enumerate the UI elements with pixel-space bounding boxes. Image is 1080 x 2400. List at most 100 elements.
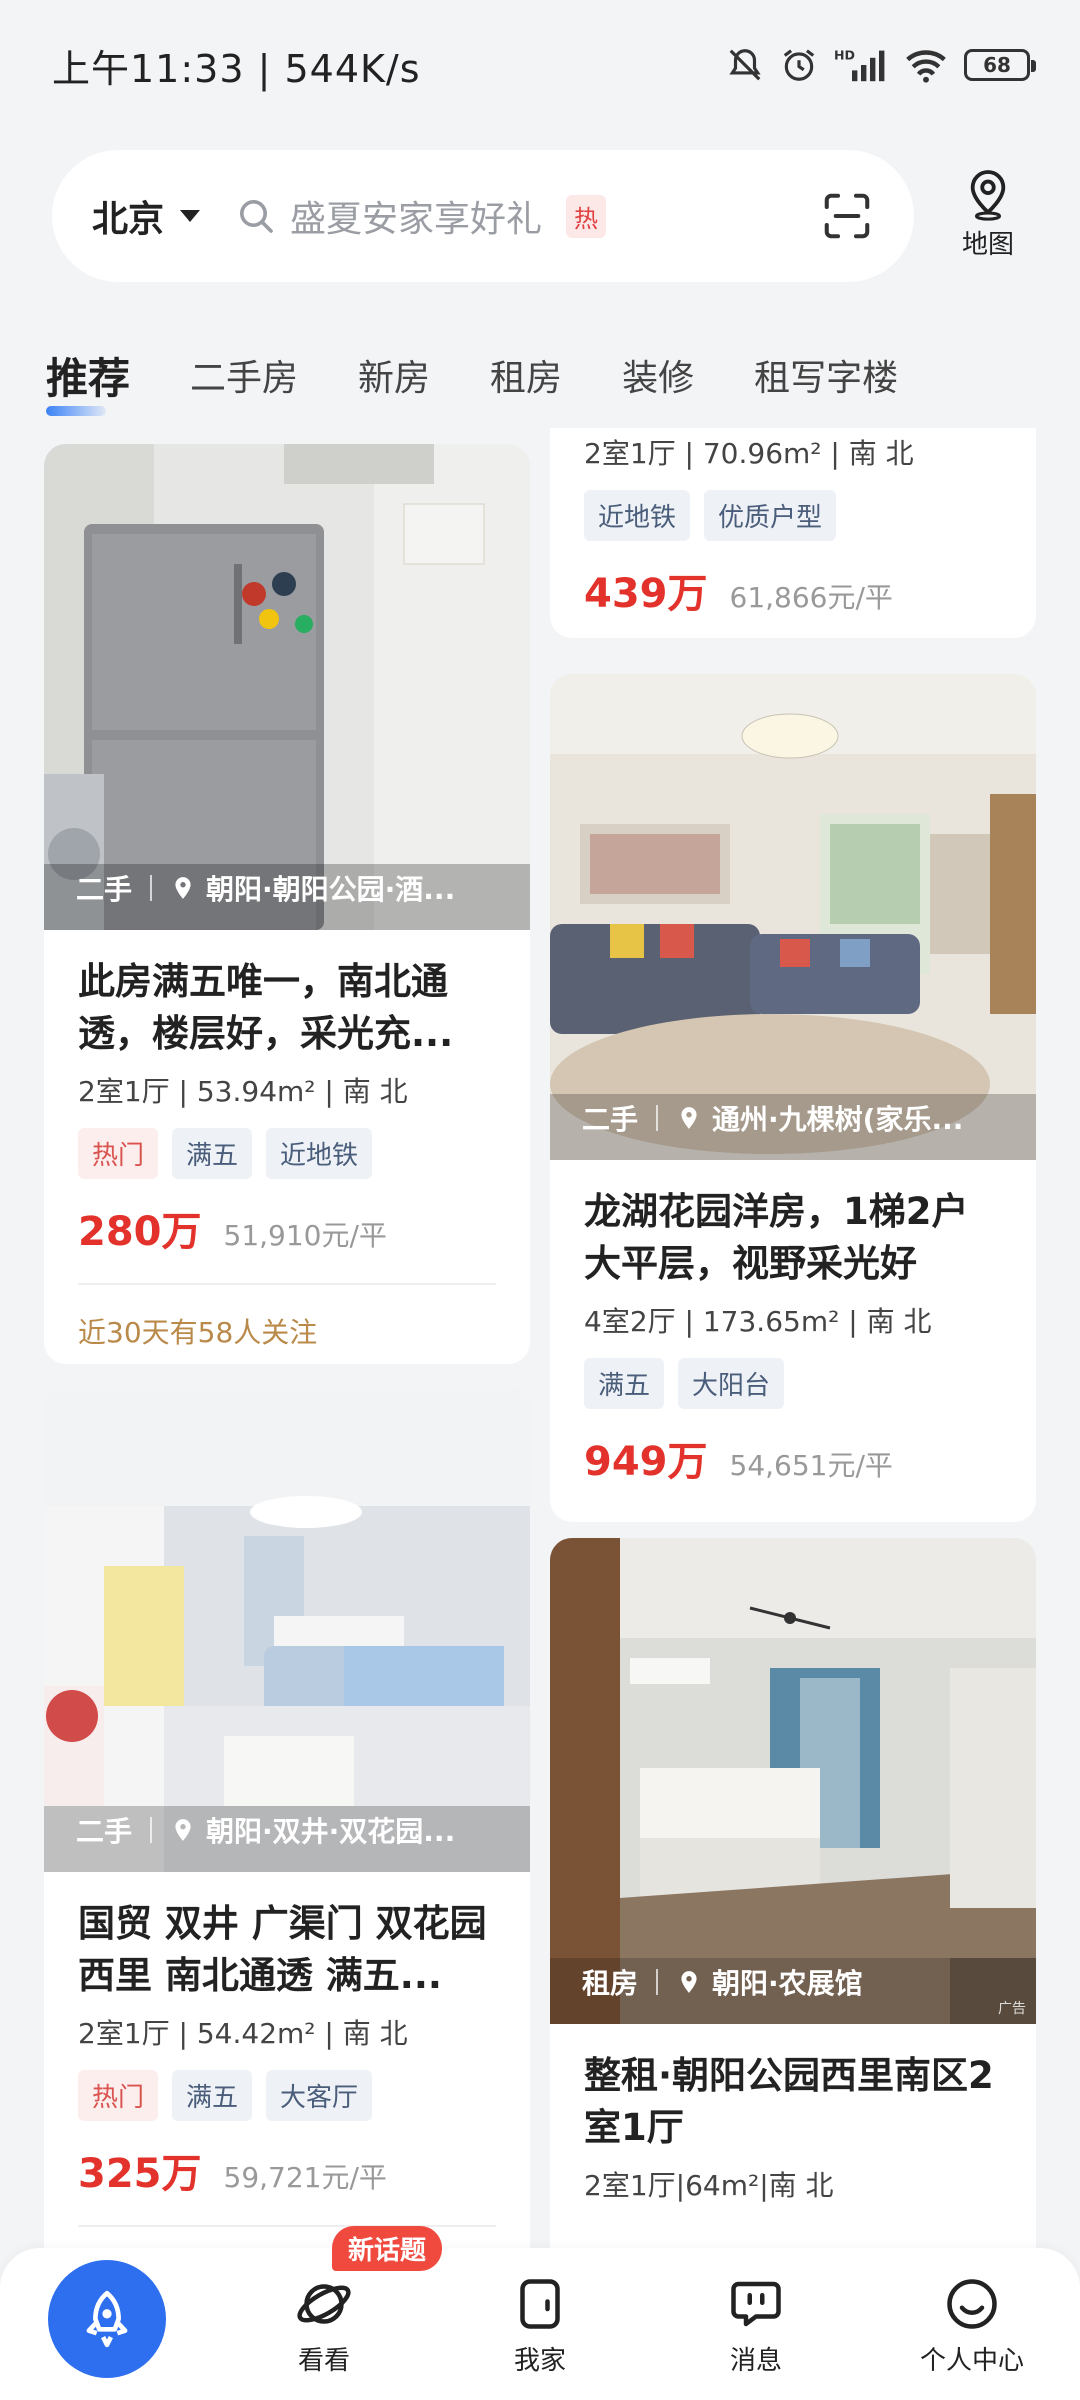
tab-decoration[interactable]: 装修 (622, 349, 694, 401)
photo-caption: 二手 朝阳·双井·双花园... (76, 1810, 510, 1850)
listing-details: 国贸 双井 广渠门 双花园西里 南北通透 满五... 2室1厅 | 54.42m… (78, 1898, 496, 2227)
listing-price: 325万 (78, 2151, 202, 2197)
location-pin-icon (175, 877, 191, 899)
listing-category: 二手 (582, 1103, 639, 1136)
home-door-icon (520, 2279, 560, 2329)
smile-face-icon (947, 2279, 997, 2329)
listing-meta: 2室1厅 | 70.96m² | 南 北 (584, 437, 914, 470)
price-row: 439万 61,866元/平 (584, 561, 1002, 619)
listing-location: 朝阳·双井·双花园... (206, 1815, 456, 1848)
listing-photo: 二手 通州·九棵树(家乐... (550, 674, 1036, 1160)
tag: 大阳台 (678, 1358, 785, 1409)
location-pin-icon (681, 1971, 697, 1993)
tab-new-homes[interactable]: 新房 (358, 349, 430, 401)
listing-price: 949万 (584, 1439, 708, 1485)
tab-recommend[interactable]: 推荐 (46, 345, 130, 416)
mute-bell-icon (729, 49, 761, 81)
listing-photo: 租房 朝阳·农展馆 广告 (550, 1538, 1036, 2024)
planet-icon (297, 2284, 351, 2324)
nav-profile[interactable]: 个人中心 (892, 2274, 1052, 2377)
listing-card[interactable]: 二手 朝阳·朝阳公园·酒... 此房满五唯一，南北通透，楼层好，采光充... 2… (44, 444, 530, 1364)
signal-icon: HD (834, 48, 885, 82)
search-bar[interactable]: 北京 盛夏安家享好礼 热 (52, 150, 914, 282)
map-pin-icon (970, 170, 1006, 221)
listing-photo: 二手 朝阳·朝阳公园·酒... (44, 444, 530, 930)
listing-category: 二手 (76, 873, 133, 906)
search-input[interactable]: 盛夏安家享好礼 (290, 190, 542, 242)
listing-card[interactable]: 2室1厅 | 70.96m² | 南 北 近地铁 优质户型 439万 61,86… (550, 428, 1036, 638)
location-pin-icon (175, 1819, 191, 1841)
caret-down-icon (180, 210, 201, 222)
tag: 满五 (584, 1358, 665, 1409)
listing-image (44, 1386, 530, 1872)
nav-look[interactable]: 看看 (244, 2274, 404, 2377)
listing-meta: 4室2厅 | 173.65m² | 南 北 (584, 1305, 932, 1338)
price-row: 325万 59,721元/平 (78, 2141, 496, 2199)
listing-card[interactable]: 二手 通州·九棵树(家乐... 龙湖花园洋房，1梯2户大平层，视野采光好 4室2… (550, 674, 1036, 1522)
unit-price: 51,910元/平 (223, 1219, 387, 1252)
status-bar: 上午11:33 | 544K/s HD 68 (0, 0, 1080, 130)
city-selector[interactable]: 北京 (92, 190, 201, 242)
listing-category: 租房 (582, 1967, 639, 2000)
listing-details: 整租·朝阳公园西里南区2室1厅 2室1厅|64m²|南 北 (584, 2050, 1002, 2204)
caption-divider (150, 1817, 153, 1843)
battery-icon: 68 (964, 49, 1036, 81)
home-rocket-button[interactable] (48, 2260, 166, 2378)
listing-meta: 2室1厅 | 53.94m² | 南 北 (78, 1075, 408, 1108)
listing-photo: 二手 朝阳·双井·双花园... (44, 1386, 530, 1872)
listing-image (550, 1538, 1036, 2024)
tag-row: 近地铁 优质户型 (584, 490, 1002, 541)
caption-divider (656, 1105, 659, 1131)
listing-card[interactable]: 二手 朝阳·双井·双花园... 国贸 双井 广渠门 双花园西里 南北通透 满五.… (44, 1386, 530, 2248)
nav-messages[interactable]: 消息 (676, 2274, 836, 2377)
listing-feed[interactable]: 二手 朝阳·朝阳公园·酒... 此房满五唯一，南北通透，楼层好，采光充... 2… (0, 428, 1080, 2248)
ad-label: 广告 (998, 2001, 1026, 2017)
nav-my-home-label: 我家 (513, 2346, 566, 2376)
listing-location: 朝阳·朝阳公园·酒... (206, 873, 456, 906)
svg-text:HD: HD (834, 48, 855, 63)
tag-row: 热门 满五 大客厅 (78, 2070, 496, 2121)
tag: 满五 (172, 1128, 253, 1179)
map-label: 地图 (961, 230, 1014, 260)
unit-price: 61,866元/平 (729, 581, 893, 614)
caption-divider (656, 1969, 659, 1995)
tab-rent[interactable]: 租房 (490, 349, 562, 401)
tag: 近地铁 (584, 490, 691, 541)
location-pin-icon (681, 1107, 697, 1129)
status-icons: HD 68 (726, 46, 1036, 84)
photo-caption: 二手 通州·九棵树(家乐... (582, 1098, 1016, 1138)
alarm-icon (783, 49, 815, 81)
map-button[interactable]: 地图 (950, 168, 1026, 261)
city-label: 北京 (92, 199, 165, 240)
price-row: 949万 54,651元/平 (584, 1429, 1002, 1487)
category-tabs: 推荐 二手房 新房 租房 装修 租写字楼 (46, 330, 958, 420)
listing-title: 此房满五唯一，南北通透，楼层好，采光充... (78, 960, 454, 1055)
listing-image (550, 674, 1036, 1160)
new-topic-badge: 新话题 (332, 2226, 443, 2271)
scan-icon[interactable] (820, 189, 874, 243)
listing-meta: 2室1厅|64m²|南 北 (584, 2169, 834, 2202)
nav-my-home[interactable]: 我家 (460, 2274, 620, 2377)
search-icon (240, 200, 273, 233)
tag: 优质户型 (704, 490, 837, 541)
listing-title: 国贸 双井 广渠门 双花园西里 南北通透 满五... (78, 1902, 487, 1997)
tag: 满五 (172, 2070, 253, 2121)
tag-hot: 热门 (78, 2070, 159, 2121)
message-icon (731, 2281, 781, 2327)
listing-meta: 2室1厅 | 54.42m² | 南 北 (78, 2017, 408, 2050)
caption-divider (150, 875, 153, 901)
photo-caption: 二手 朝阳·朝阳公园·酒... (76, 868, 510, 908)
tag-row: 满五 大阳台 (584, 1358, 1002, 1409)
nav-messages-label: 消息 (729, 2346, 782, 2376)
tab-office-rent[interactable]: 租写字楼 (754, 349, 898, 401)
divider (78, 1283, 496, 1285)
tag-row: 热门 满五 近地铁 (78, 1128, 496, 1179)
listing-card[interactable]: 租房 朝阳·农展馆 广告 整租·朝阳公园西里南区2室1厅 2室1厅|64m²|南… (550, 1538, 1036, 2248)
nav-look-label: 看看 (297, 2346, 350, 2376)
tab-second-hand[interactable]: 二手房 (190, 349, 298, 401)
divider (78, 2225, 496, 2227)
tag: 近地铁 (266, 1128, 373, 1179)
listing-location: 通州·九棵树(家乐... (712, 1103, 964, 1136)
rocket-icon (86, 2290, 128, 2348)
follow-count: 近30天有58人关注 (78, 1316, 318, 1349)
